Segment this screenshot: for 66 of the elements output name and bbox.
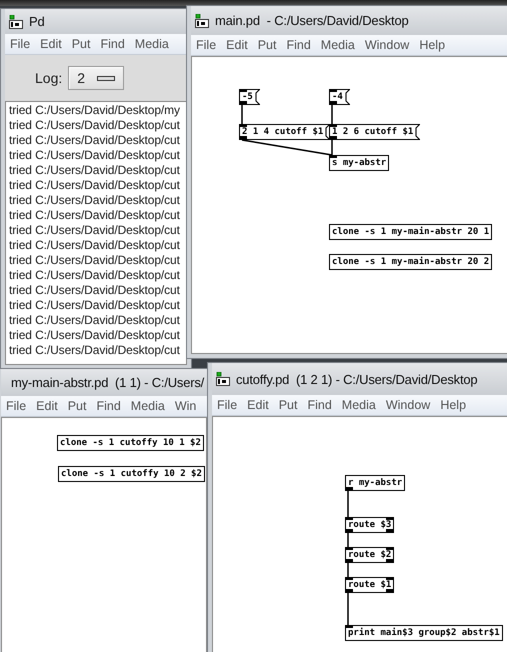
menu-item[interactable]: Put bbox=[66, 37, 96, 51]
message-box[interactable]: -4 bbox=[329, 89, 350, 105]
menu-item[interactable]: Media bbox=[316, 38, 360, 52]
app-icon bbox=[216, 372, 230, 386]
console-line: tried C:/Users/David/Desktop/cut bbox=[8, 118, 181, 133]
object-box[interactable]: route $1 bbox=[345, 577, 394, 593]
object-box[interactable]: clone -s 1 cutoffy 10 1 $2 bbox=[57, 435, 204, 451]
menu-item[interactable]: Put bbox=[252, 38, 282, 52]
window-title: cutoffy.pd (1 2 1) - C:/Users/David/Desktop bbox=[236, 372, 478, 386]
console-line: tried C:/Users/David/Desktop/cut bbox=[8, 148, 181, 163]
console-line: tried C:/Users/David/Desktop/cut bbox=[8, 343, 181, 358]
object-box[interactable]: route $3 bbox=[345, 517, 394, 533]
console-line: tried C:/Users/David/Desktop/my bbox=[8, 103, 181, 118]
object-box[interactable]: print main$3 group$2 abstr$1 bbox=[345, 625, 503, 641]
menu-item[interactable]: Win bbox=[170, 399, 202, 413]
console-line: tried C:/Users/David/Desktop/cut bbox=[8, 208, 181, 223]
message-box[interactable]: 2 1 4 cutoff $1 bbox=[239, 124, 330, 140]
app-icon bbox=[9, 14, 23, 28]
object-box[interactable]: r my-abstr bbox=[345, 475, 406, 491]
window-title: Pd bbox=[29, 14, 45, 29]
console-line: tried C:/Users/David/Desktop/cut bbox=[8, 193, 181, 208]
object-box[interactable]: clone -s 1 my-main-abstr 20 2 bbox=[329, 254, 492, 270]
menu-item[interactable]: Find bbox=[95, 37, 130, 51]
console-line: tried C:/Users/David/Desktop/cut bbox=[8, 253, 181, 268]
menu-item[interactable]: Window bbox=[360, 38, 414, 52]
console-line: tried C:/Users/David/Desktop/cut bbox=[8, 163, 181, 178]
window-title: my-main-abstr.pd (1 1) - C:/Users/ bbox=[11, 375, 204, 390]
console-line: tried C:/Users/David/Desktop/cut bbox=[8, 283, 181, 298]
console-line: tried C:/Users/David/Desktop/cut bbox=[8, 178, 181, 193]
menu-item[interactable]: Media bbox=[126, 399, 170, 413]
menu-item[interactable]: Edit bbox=[242, 398, 274, 412]
menu-item[interactable]: Window bbox=[380, 398, 436, 412]
menu-item[interactable]: Find bbox=[91, 399, 126, 413]
object-box[interactable]: clone -s 1 my-main-abstr 20 1 bbox=[329, 224, 492, 240]
menu-item[interactable]: Find bbox=[302, 398, 337, 412]
object-box[interactable]: s my-abstr bbox=[329, 155, 390, 171]
menu-item[interactable]: Edit bbox=[221, 38, 253, 52]
console-line: tried C:/Users/David/Desktop/cut bbox=[8, 238, 181, 253]
object-box[interactable]: route $2 bbox=[345, 547, 394, 563]
console-line: tried C:/Users/David/Desktop/cut bbox=[8, 223, 181, 238]
menu-item[interactable]: File bbox=[1, 399, 32, 413]
log-level-dropdown[interactable]: 2 bbox=[68, 66, 124, 90]
log-label: Log: bbox=[35, 70, 62, 86]
menu-item[interactable]: File bbox=[212, 398, 242, 412]
menu-item[interactable]: Put bbox=[62, 399, 92, 413]
message-box[interactable]: 1 2 6 cutoff $1 bbox=[329, 124, 420, 140]
console-line: tried C:/Users/David/Desktop/cut bbox=[8, 268, 181, 283]
console-line: tried C:/Users/David/Desktop/cut bbox=[8, 133, 181, 148]
menu-item[interactable]: Help bbox=[435, 398, 472, 412]
menu-item[interactable]: Media bbox=[130, 37, 174, 51]
window-title: main.pd - C:/Users/David/Desktop bbox=[215, 13, 409, 28]
menu-item[interactable]: Find bbox=[281, 38, 316, 52]
console-line: tried C:/Users/David/Desktop/cut bbox=[8, 328, 181, 343]
menu-item[interactable]: Edit bbox=[35, 37, 67, 51]
object-box[interactable]: clone -s 1 cutoffy 10 2 $2 bbox=[58, 466, 205, 482]
console-line: tried C:/Users/David/Desktop/cut bbox=[8, 298, 181, 313]
menu-item[interactable]: File bbox=[5, 37, 36, 51]
menu-item[interactable]: Media bbox=[336, 398, 381, 412]
menu-item[interactable]: File bbox=[191, 38, 222, 52]
menu-item[interactable]: Edit bbox=[31, 399, 63, 413]
message-box[interactable]: -5 bbox=[239, 89, 260, 105]
console-line: tried C:/Users/David/Desktop/cut bbox=[8, 313, 181, 328]
menu-item[interactable]: Put bbox=[274, 398, 302, 412]
menu-item[interactable]: Help bbox=[414, 38, 450, 52]
app-icon bbox=[195, 14, 209, 28]
dash-icon bbox=[97, 76, 116, 80]
